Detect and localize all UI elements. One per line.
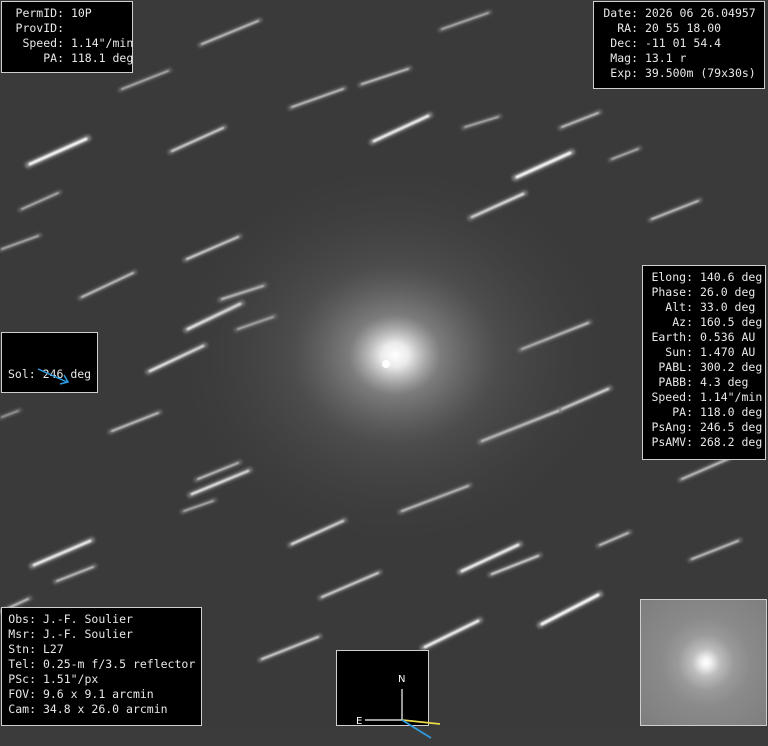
field-label: Speed: [22,36,64,50]
field-label: Elong: [651,270,693,284]
bottom-left-row: PSc: 1.51"/px [8,672,195,687]
field-label: Msr: [8,627,36,641]
field-label: PsAMV: [651,435,693,449]
field-value: 246.5 deg [699,420,763,434]
field-label: Exp: [610,66,638,80]
right-panel-row: Az: 160.5 deg [649,315,763,330]
nucleus-thumbnail [640,599,767,726]
right-panel-row: PABL: 300.2 deg [649,360,763,375]
field-label: Mag: [610,51,638,65]
top-right-row: Date: 2026 06 26.04957 [600,6,758,21]
field-label: Stn: [8,642,36,656]
field-value: 140.6 deg [699,270,763,284]
field-value: 33.0 deg [699,300,756,314]
bottom-left-row: Msr: J.-F. Soulier [8,627,195,642]
field-label: Alt: [665,300,693,314]
bottom-left-row: Cam: 34.8 x 26.0 arcmin [8,702,195,717]
field-value: L27 [42,642,64,656]
field-value: 13.1 r [644,51,687,65]
observer-info-panel: Obs: J.-F. Soulier Msr: J.-F. Soulier Stn:… [1,607,202,726]
field-value: 10P [70,6,92,20]
field-label: FOV: [8,687,36,701]
field-label: Cam: [8,702,36,716]
right-panel-row: Speed: 1.14"/min [649,390,763,405]
top-right-row: Mag: 13.1 r [600,51,758,66]
field-label: ProvID: [15,21,64,35]
right-panel-row: Sun: 1.470 AU [649,345,759,360]
right-panel-row: Phase: 26.0 deg [649,285,759,300]
field-label: Obs: [8,612,36,626]
right-panel-row: PA: 118.0 deg [649,405,763,420]
field-value: -11 01 54.4 [644,36,722,50]
field-label: PSc: [8,672,36,686]
field-label: PsAng: [651,420,693,434]
field-label: Phase: [651,285,693,299]
compass-rose-icon: N E [356,674,440,739]
top-right-row: Dec: -11 01 54.4 [600,36,758,51]
field-value: 4.3 deg [699,375,749,389]
field-value: 0.536 AU [699,330,756,344]
field-value: 9.6 x 9.1 arcmin [42,687,154,701]
field-label: Tel: [8,657,36,671]
field-label: PA: [43,51,64,65]
bottom-left-row: Stn: L27 [8,642,195,657]
bottom-left-row: FOV: 9.6 x 9.1 arcmin [8,687,195,702]
compass-panel: N E [336,650,440,739]
field-value: 1.14"/min [70,36,134,50]
field-label: PABL: [658,360,693,374]
field-label: Az: [672,315,693,329]
top-left-row: PA: 118.1 deg [8,51,133,66]
field-label: Sun: [665,345,693,359]
observation-info-panel: Date: 2026 06 26.04957 RA: 20 55 18.00 Dec… [593,1,765,89]
field-value: J.-F. Soulier [42,627,133,641]
field-label: Speed: [651,390,693,404]
field-value: 160.5 deg [699,315,763,329]
top-left-row: PermID: 10P [8,6,126,21]
field-label: Dec: [610,36,638,50]
bottom-left-row: Tel: 0.25-m f/3.5 reflector [8,657,195,672]
field-value: 2026 06 26.04957 [644,6,756,20]
field-label: PABB: [658,375,693,389]
compass-north-label: N [398,674,405,685]
field-value: 268.2 deg [699,435,763,449]
field-label: PA: [672,405,693,419]
right-panel-row: PABB: 4.3 deg [649,375,759,390]
top-right-row: Exp: 39.500m (79x30s) [600,66,758,81]
field-label: Date: [603,6,638,20]
right-panel-row: Earth: 0.536 AU [649,330,759,345]
geometry-info-panel: Elong: 140.6 deg Phase: 26.0 deg Alt: 33.0… [642,265,766,460]
field-value: 118.0 deg [699,405,763,419]
field-value: 1.14"/min [699,390,763,404]
right-panel-row: Alt: 33.0 deg [649,300,759,315]
field-value: 26.0 deg [699,285,756,299]
comet-nucleus [382,360,390,368]
field-value: 34.8 x 26.0 arcmin [42,702,168,716]
top-right-row: RA: 20 55 18.00 [600,21,758,36]
field-label: Earth: [651,330,693,344]
field-value: 20 55 18.00 [644,21,722,35]
field-value: 300.2 deg [699,360,763,374]
sun-direction-arrow-icon [37,368,70,385]
field-value: 118.1 deg [70,51,134,65]
right-panel-row: PsAng: 246.5 deg [649,420,763,435]
field-label: PermID: [15,6,64,20]
right-panel-row: PsAMV: 268.2 deg [649,435,763,450]
field-value: 0.25-m f/3.5 reflector [42,657,196,671]
top-left-row: Speed: 1.14"/min [8,36,133,51]
sun-direction-panel: Sol: 246 deg [1,332,98,393]
right-panel-row: Elong: 140.6 deg [649,270,763,285]
field-label: RA: [617,21,638,35]
field-value: 39.500m (79x30s) [644,66,756,80]
compass-east-label: E [356,716,362,727]
field-value: 1.51"/px [42,672,99,686]
field-value: 1.470 AU [699,345,756,359]
bottom-left-row: Obs: J.-F. Soulier [8,612,195,627]
object-info-panel: PermID: 10P ProvID: Speed: 1.14"/min PA: 1… [1,1,133,73]
field-value: J.-F. Soulier [42,612,133,626]
top-left-row: ProvID: [8,21,126,36]
comet-coma [165,155,625,555]
